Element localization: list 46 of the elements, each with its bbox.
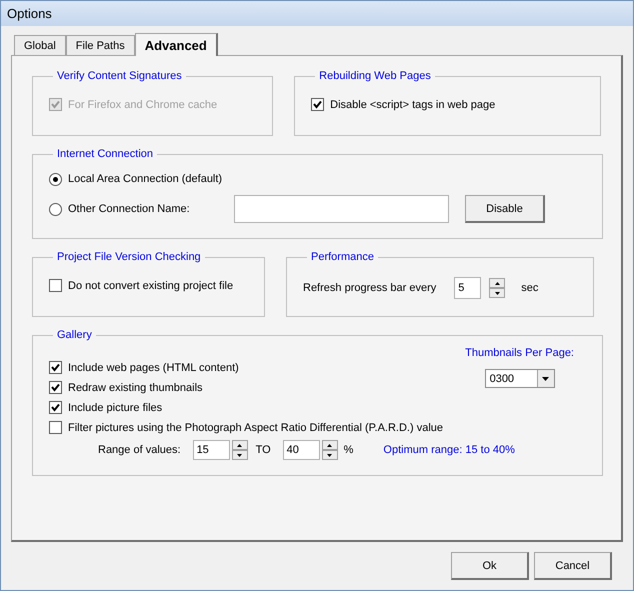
checkbox-label: Filter pictures using the Photograph Aspect Ratio Differential (P.A.R.D.) value (68, 422, 444, 434)
group-title: Rebuilding Web Pages (318, 70, 432, 82)
checkbox-label: Include web pages (HTML content) (68, 362, 239, 374)
group-title: Internet Connection (56, 148, 154, 160)
range-from-field[interactable]: 15 (192, 440, 230, 460)
radio-button[interactable] (49, 172, 62, 186)
checkbox-label: Redraw existing thumbnails (68, 382, 203, 394)
dialog-button[interactable]: Ok (451, 552, 529, 580)
checkbox[interactable] (311, 98, 324, 111)
to-label: TO (256, 444, 271, 456)
window-title: Options (7, 6, 52, 21)
checkbox-label: Do not convert existing project file (68, 280, 234, 292)
checkbox-label: For Firefox and Chrome cache (68, 98, 218, 110)
group-title: Project File Version Checking (56, 251, 202, 263)
checkbox[interactable] (49, 361, 62, 374)
range-label: Range of values: (98, 444, 181, 456)
dropdown-arrow-icon (542, 376, 550, 380)
spin-buttons[interactable] (322, 440, 338, 460)
unit-label: sec (521, 282, 538, 294)
radio-label: Other Connection Name: (68, 203, 191, 215)
checkbox[interactable] (49, 421, 62, 434)
tab[interactable]: Global (14, 35, 66, 55)
spin-buttons[interactable] (489, 278, 506, 298)
checkbox[interactable] (49, 401, 62, 414)
group-title: Gallery (56, 329, 93, 341)
radio-button[interactable] (49, 202, 62, 216)
thumbnails-label: Thumbnails Per Page: (465, 347, 574, 359)
checkbox-label: Disable <script> tags in web page (330, 98, 496, 110)
thumbnails-dropdown[interactable]: 0300 (484, 369, 555, 388)
seconds-field[interactable]: 5 (454, 277, 482, 299)
spin-buttons[interactable] (232, 440, 248, 460)
range-to-field[interactable]: 40 (282, 440, 320, 460)
tab[interactable]: Advanced (134, 33, 218, 56)
percent-label: % (344, 444, 354, 456)
checkbox-label: Include picture files (68, 402, 162, 414)
checkbox[interactable] (49, 381, 62, 394)
tab[interactable]: File Paths (66, 35, 135, 55)
checkbox[interactable] (49, 279, 62, 292)
dialog-button[interactable]: Cancel (534, 552, 612, 580)
refresh-label: Refresh progress bar every (303, 282, 436, 294)
group-title: Verify Content Signatures (56, 70, 183, 82)
radio-label: Local Area Connection (default) (68, 173, 224, 185)
disable-button[interactable]: Disable (465, 195, 545, 223)
group-title: Performance (310, 251, 375, 263)
optimum-range-hint: Optimum range: 15 to 40% (383, 444, 515, 456)
connection-name-field[interactable] (234, 195, 449, 223)
